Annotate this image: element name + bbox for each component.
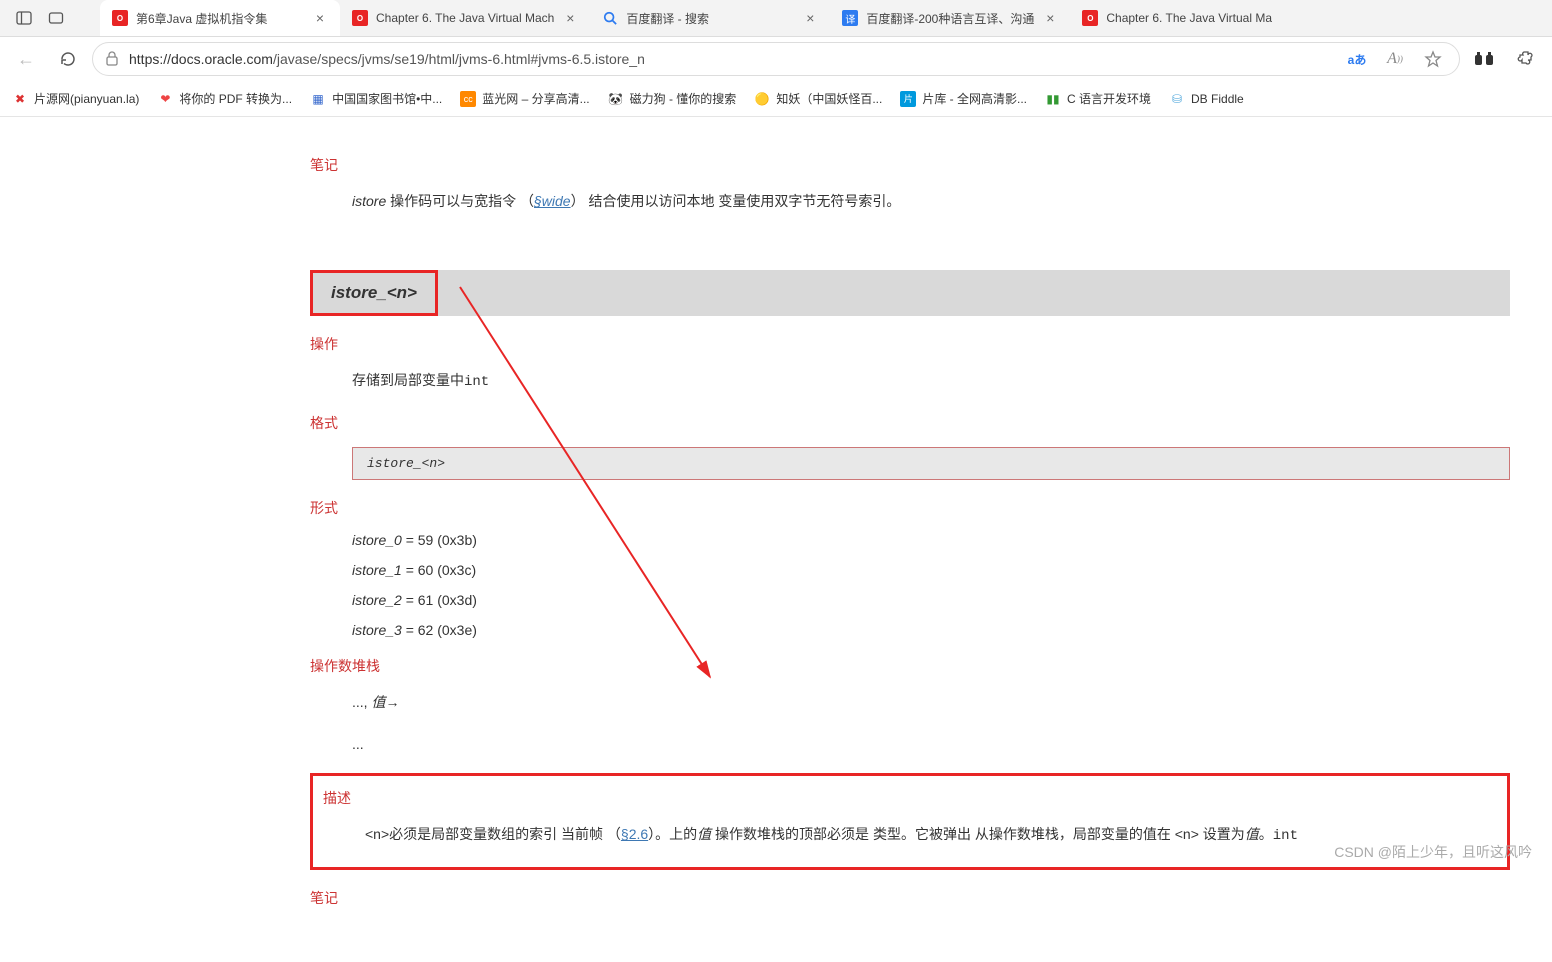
bookmark-pianyuan[interactable]: ✖片源网(pianyuan.la) (12, 90, 139, 107)
format-box: istore_<n> (352, 447, 1510, 480)
refresh-button[interactable] (50, 41, 86, 77)
tab-3[interactable]: 译 百度翻译-200种语言互译、沟通 × (830, 0, 1070, 36)
tab-title: 第6章Java 虚拟机指令集 (136, 10, 304, 27)
section-stack: 操作数堆栈 (310, 656, 1510, 676)
tab-overview-icon[interactable] (40, 4, 72, 32)
favorite-icon[interactable] (1419, 45, 1447, 73)
oracle-icon: O (112, 10, 128, 26)
site-icon: ✖ (12, 91, 28, 107)
close-icon[interactable]: × (1042, 10, 1058, 26)
heart-icon: ❤ (157, 91, 173, 107)
notes-text: istore istore 操作码可以与宽指令 （ 操作码可以与宽指令 （§wi… (352, 189, 1510, 214)
read-aloud-icon[interactable]: A)) (1381, 45, 1409, 73)
tabs-bar: O 第6章Java 虚拟机指令集 × O Chapter 6. The Java… (0, 0, 1552, 36)
bookmark-nlc[interactable]: ▦中国国家图书馆•中... (310, 90, 442, 107)
site-info-icon[interactable] (105, 50, 119, 69)
instruction-header: istore_<n> (310, 270, 438, 316)
tab-0[interactable]: O 第6章Java 虚拟机指令集 × (100, 0, 340, 36)
frame-link[interactable]: §2.6 (621, 826, 648, 842)
section-notes: 笔记 (310, 155, 1510, 175)
translate-icon: 译 (842, 10, 858, 26)
bookmark-clang[interactable]: ▮▮C 语言开发环境 (1045, 90, 1151, 107)
url-input[interactable]: https://docs.oracle.com/javase/specs/jvm… (92, 42, 1460, 76)
section-forms: 形式 (310, 498, 1510, 518)
tab-1[interactable]: O Chapter 6. The Java Virtual Mach × (340, 0, 590, 36)
back-button[interactable]: ← (8, 41, 44, 77)
close-icon[interactable]: × (312, 10, 328, 26)
panda-icon: 🐼 (608, 91, 624, 107)
address-bar: ← https://docs.oracle.com/javase/specs/j… (0, 37, 1552, 81)
tab-title: Chapter 6. The Java Virtual Ma (1106, 11, 1272, 25)
page-content: 笔记 istore istore 操作码可以与宽指令 （ 操作码可以与宽指令 （… (0, 117, 1552, 962)
forms-list: istore_0 = 59 (0x3b) istore_1 = 60 (0x3c… (352, 532, 1510, 638)
operation-text: 存储到局部变量中int (352, 368, 1510, 395)
close-icon[interactable]: × (802, 10, 818, 26)
section-operation: 操作 (310, 334, 1510, 354)
stack-line1: ..., 值→ (352, 690, 1510, 715)
tab-4[interactable]: O Chapter 6. The Java Virtual Ma (1070, 0, 1284, 36)
description-box: 描述 <n>必须是局部变量数组的索引 当前帧 （§2.6）。上的值 操作数堆栈的… (310, 773, 1510, 870)
section-description: 描述 (323, 788, 1497, 808)
search-icon (602, 10, 618, 26)
bookmark-pdf[interactable]: ❤将你的 PDF 转换为... (157, 90, 292, 107)
tab-title: 百度翻译 - 搜索 (626, 10, 794, 27)
translate-icon[interactable]: aあ (1343, 45, 1371, 73)
close-icon[interactable]: × (562, 10, 578, 26)
tab-title: 百度翻译-200种语言互译、沟通 (866, 10, 1034, 27)
oracle-icon: O (1082, 10, 1098, 26)
tab-2[interactable]: 百度翻译 - 搜索 × (590, 0, 830, 36)
database-icon: ⛁ (1169, 91, 1185, 107)
bookmark-cili[interactable]: 🐼磁力狗 - 懂你的搜索 (608, 90, 737, 107)
stack-line2: ... (352, 732, 1510, 757)
watermark: CSDN @陌上少年，且听这风吟 (1334, 842, 1532, 862)
sidebar-toggle-icon[interactable] (8, 4, 40, 32)
site-icon: ▦ (310, 91, 326, 107)
url-text: https://docs.oracle.com/javase/specs/jvm… (129, 51, 1333, 67)
tab-title: Chapter 6. The Java Virtual Mach (376, 11, 554, 25)
section-format: 格式 (310, 413, 1510, 433)
wide-link[interactable]: §wide (534, 193, 571, 209)
site-icon: 🟡 (754, 91, 770, 107)
extension-icon[interactable] (1466, 41, 1502, 77)
bookmark-pianku[interactable]: 片片库 - 全网高清影... (900, 90, 1027, 107)
site-icon: cc (460, 91, 476, 107)
description-text: <n>必须是局部变量数组的索引 当前帧 （§2.6）。上的值 操作数堆栈的顶部必… (365, 822, 1497, 849)
site-icon: ▮▮ (1045, 91, 1061, 107)
site-icon: 片 (900, 91, 916, 107)
bookmark-zhiyao[interactable]: 🟡知妖（中国妖怪百... (754, 90, 882, 107)
oracle-icon: O (352, 10, 368, 26)
bookmark-dbfiddle[interactable]: ⛁DB Fiddle (1169, 91, 1244, 107)
section-notes2: 笔记 (310, 888, 1510, 908)
bookmarks-bar: ✖片源网(pianyuan.la) ❤将你的 PDF 转换为... ▦中国国家图… (0, 81, 1552, 117)
bookmark-languang[interactable]: cc蓝光网 – 分享高清... (460, 90, 589, 107)
extensions-menu-icon[interactable] (1508, 41, 1544, 77)
browser-chrome: O 第6章Java 虚拟机指令集 × O Chapter 6. The Java… (0, 0, 1552, 37)
